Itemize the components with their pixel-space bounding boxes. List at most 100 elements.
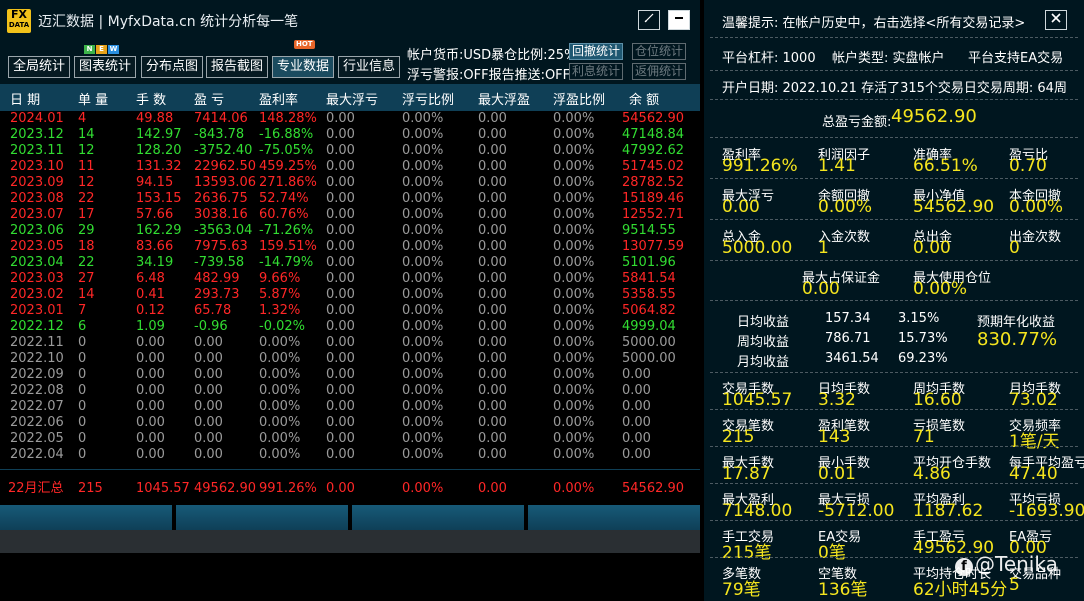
cell-profit-rate: 0.00%	[259, 447, 301, 462]
table-row[interactable]: 2023.01 7 0.12 65.78 1.32% 0.00 0.00% 0.00 0.00%…	[0, 303, 700, 319]
cell-float-loss-ratio: 0.00%	[402, 191, 444, 206]
table-row[interactable]: 2023.06 29 162.29 -3563.04 -71.26% 0.00 0.00% 0…	[0, 223, 700, 239]
metric-value: -1693.90	[1009, 501, 1084, 521]
cell-max-float-profit: 0.00	[478, 159, 507, 174]
table-row[interactable]: 2023.03 27 6.48 482.99 9.66% 0.00 0.00% 0.00 0.0…	[0, 271, 700, 287]
pencil-icon[interactable]	[638, 10, 660, 30]
cell-orders: 7	[78, 303, 87, 318]
table-row[interactable]: 2022.11 0 0.00 0.00 0.00% 0.00 0.00% 0.00 0.00% 5…	[0, 335, 700, 351]
cell-pnl: 13593.06	[194, 175, 257, 190]
table-row[interactable]: 2022.04 0 0.00 0.00 0.00% 0.00 0.00% 0.00 0.00% 0…	[0, 447, 700, 463]
global-stats-button[interactable]: 全局统计	[8, 56, 71, 78]
interest-stats-button[interactable]: 利息统计	[569, 63, 624, 80]
cell-date: 2023.03	[10, 271, 64, 286]
cell-balance: 4999.04	[622, 319, 676, 334]
cell-orders: 0	[78, 367, 87, 382]
col-date[interactable]: 日 期	[10, 89, 40, 108]
col-float-loss-ratio[interactable]: 浮亏比例	[402, 89, 454, 108]
metric-value: 71	[913, 427, 935, 447]
cell-pnl: -843.78	[194, 127, 245, 142]
table-row[interactable]: 2023.09 12 94.15 13593.06 271.86% 0.00 0.00% 0.…	[0, 175, 700, 191]
table-row[interactable]: 2023.12 14 142.97 -843.78 -16.88% 0.00 0.00% 0.…	[0, 127, 700, 143]
close-button[interactable]	[1045, 10, 1067, 30]
cell-orders: 22	[78, 191, 95, 206]
table-row[interactable]: 2022.06 0 0.00 0.00 0.00% 0.00 0.00% 0.00 0.00% 0…	[0, 415, 700, 431]
cell-lots: 0.41	[136, 287, 165, 302]
tip-text: 温馨提示: 在帐户历史中，右击选择<所有交易记录>	[722, 16, 1026, 31]
col-profit-rate[interactable]: 盈利率	[259, 89, 298, 108]
cell-max-float-profit: 0.00	[478, 383, 507, 398]
cell-float-loss-ratio: 0.00%	[402, 335, 444, 350]
table-row[interactable]: 2023.11 12 128.20 -3752.40 -75.05% 0.00 0.00% 0…	[0, 143, 700, 159]
cell-pnl: 0.00	[194, 335, 223, 350]
open-date-text: 开户日期: 2022.10.21 存活了315个交易日交易周期: 64周	[722, 81, 1067, 96]
cell-lots: 153.15	[136, 191, 182, 206]
table-row[interactable]: 2023.02 14 0.41 293.73 5.87% 0.00 0.00% 0.00 0.0…	[0, 287, 700, 303]
cell-balance: 5101.96	[622, 255, 676, 270]
metric-value: 66.51%	[913, 156, 978, 176]
cell-date: 2023.08	[10, 191, 64, 206]
cell-pnl: 7414.06	[194, 111, 248, 126]
industry-info-button[interactable]: 行业信息	[338, 56, 401, 78]
cell-profit-rate: 0.00%	[259, 415, 301, 430]
table-row[interactable]: 2023.10 11 131.32 22962.50 459.25% 0.00 0.00% 0…	[0, 159, 700, 175]
cell-max-float-loss: 0.00	[326, 239, 355, 254]
cell-balance: 0.00	[622, 367, 651, 382]
position-stats-button[interactable]: 仓位统计	[632, 43, 687, 60]
cell-profit-rate: 1.32%	[259, 303, 301, 318]
report-screenshot-button[interactable]: 报告截图	[206, 56, 269, 78]
table-row[interactable]: 2023.04 22 34.19 -739.58 -14.79% 0.00 0.00% 0.0…	[0, 255, 700, 271]
minimize-button[interactable]	[668, 10, 690, 30]
cell-date: 2022.08	[10, 383, 64, 398]
cell-pnl: -3563.04	[194, 223, 253, 238]
cell-lots: 0.00	[136, 399, 165, 414]
pro-data-button[interactable]: 专业数据	[272, 56, 335, 78]
cell-pnl: -3752.40	[194, 143, 253, 158]
horizontal-scrollbar[interactable]	[0, 530, 700, 553]
table-row[interactable]: 2022.08 0 0.00 0.00 0.00% 0.00 0.00% 0.00 0.00% 0…	[0, 383, 700, 399]
table-row[interactable]: 2023.07 17 57.66 3038.16 60.76% 0.00 0.00% 0.00…	[0, 207, 700, 223]
cell-lots: 0.00	[136, 447, 165, 462]
cell-date: 2022.12	[10, 319, 64, 334]
cell-max-float-loss: 0.00	[326, 271, 355, 286]
hot-badge: HOT	[294, 40, 315, 49]
cell-max-float-loss: 0.00	[326, 191, 355, 206]
metric-value: 5	[1009, 575, 1020, 595]
cell-orders: 0	[78, 415, 87, 430]
metric-value: 0.00	[802, 279, 840, 299]
cell-balance: 0.00	[622, 383, 651, 398]
cell-orders: 12	[78, 143, 95, 158]
app-title: 迈汇数据 | MyfxData.cn 统计分析每一笔交易	[38, 14, 298, 30]
metric-value: 54562.90	[913, 197, 995, 217]
table-row[interactable]: 2023.08 22 153.15 2636.75 52.74% 0.00 0.00% 0.0…	[0, 191, 700, 207]
col-pnl[interactable]: 盈 亏	[194, 89, 224, 108]
cell-max-float-profit: 0.00	[478, 239, 507, 254]
table-row[interactable]: 2022.07 0 0.00 0.00 0.00% 0.00 0.00% 0.00 0.00% 0…	[0, 399, 700, 415]
cell-orders: 11	[78, 159, 95, 174]
rebate-stats-button[interactable]: 返佣统计	[632, 63, 687, 80]
cell-float-loss-ratio: 0.00%	[402, 319, 444, 334]
table-row[interactable]: 2022.05 0 0.00 0.00 0.00% 0.00 0.00% 0.00 0.00% 0…	[0, 431, 700, 447]
cell-max-float-profit: 0.00	[478, 191, 507, 206]
table-row[interactable]: 2024.01 4 49.88 7414.06 148.28% 0.00 0.00% 0.00…	[0, 111, 700, 127]
cell-max-float-profit: 0.00	[478, 287, 507, 302]
table-row[interactable]: 2022.12 6 1.09 -0.96 -0.02% 0.00 0.00% 0.00 0.00…	[0, 319, 700, 335]
chart-stats-button[interactable]: 图表统计	[74, 56, 137, 78]
cell-max-float-profit: 0.00	[478, 351, 507, 366]
col-max-float-profit[interactable]: 最大浮盈	[478, 89, 530, 108]
cell-orders: 0	[78, 431, 87, 446]
col-max-float-loss[interactable]: 最大浮亏	[326, 89, 378, 108]
col-orders[interactable]: 单 量	[78, 89, 108, 108]
col-lots[interactable]: 手 数	[136, 89, 166, 108]
divider	[710, 483, 1078, 484]
col-float-profit-ratio[interactable]: 浮盈比例	[553, 89, 605, 108]
watermark: f @Tenika	[955, 552, 1058, 576]
backtest-stats-button[interactable]: 回撤统计	[569, 43, 624, 60]
cell-profit-rate: 148.28%	[259, 111, 317, 126]
alert-push-info: 浮亏警报:OFF报告推送:OFF	[407, 68, 571, 83]
distribution-plot-button[interactable]: 分布点图	[141, 56, 204, 78]
col-balance[interactable]: 余 额	[629, 89, 659, 108]
table-row[interactable]: 2022.09 0 0.00 0.00 0.00% 0.00 0.00% 0.00 0.00% 0…	[0, 367, 700, 383]
table-row[interactable]: 2023.05 18 83.66 7975.63 159.51% 0.00 0.00% 0.0…	[0, 239, 700, 255]
table-row[interactable]: 2022.10 0 0.00 0.00 0.00% 0.00 0.00% 0.00 0.00% 5…	[0, 351, 700, 367]
